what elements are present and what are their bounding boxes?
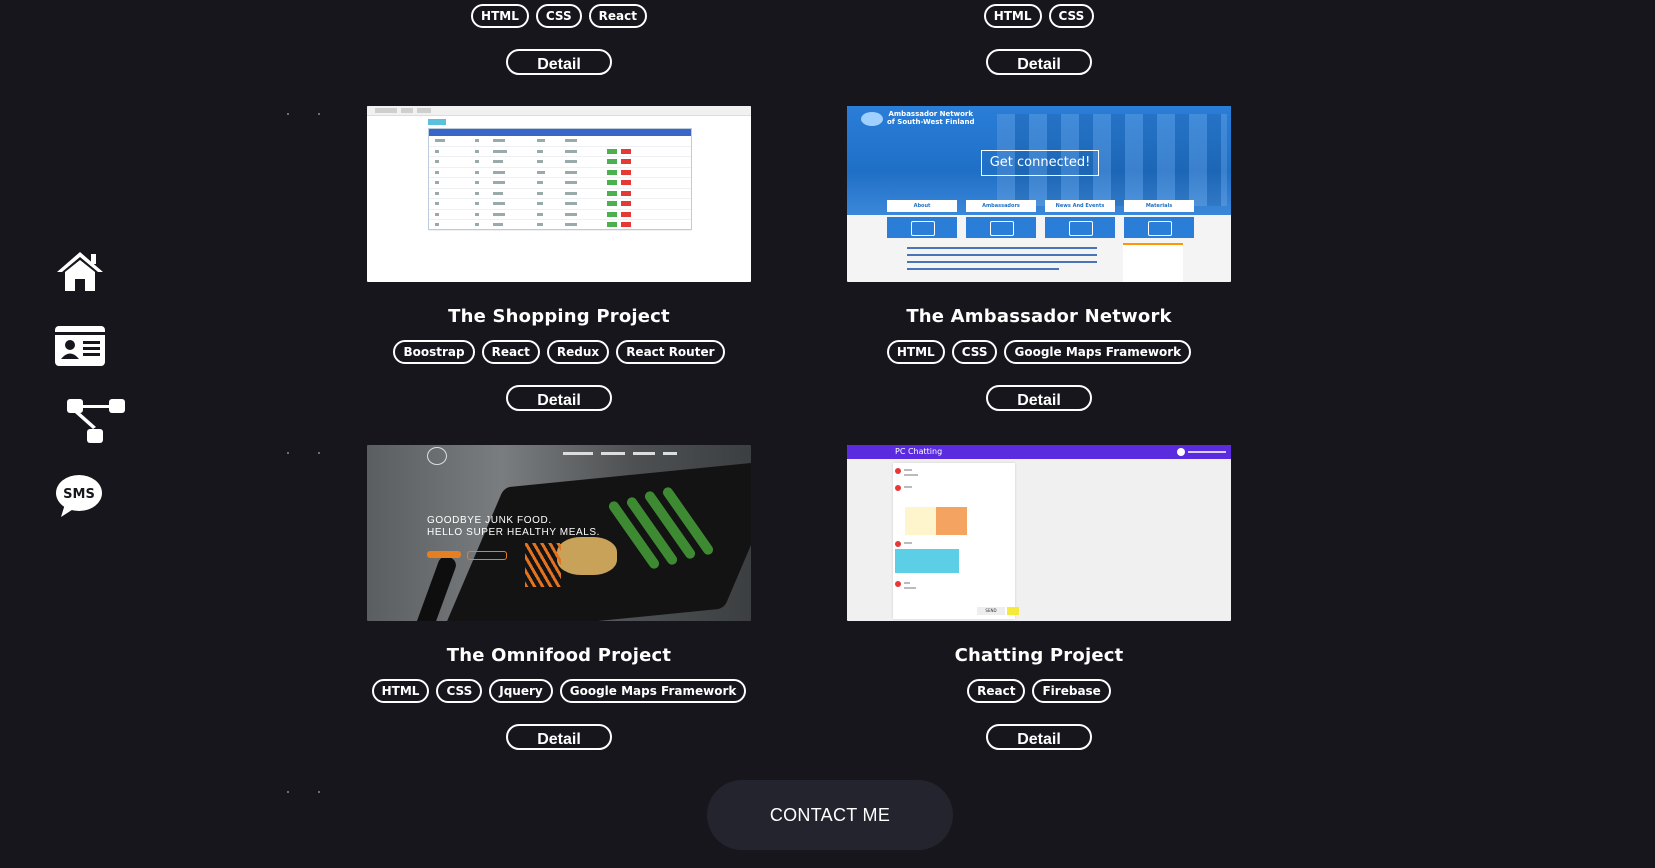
detail-button[interactable]: Detail [506,49,612,75]
detail-button[interactable]: Detail [986,385,1092,411]
project-thumbnail[interactable]: Ambassador Network of South-West Finland … [847,106,1231,282]
thumbnail-nav-item: Ambassadors [966,200,1036,212]
project-title: Chatting Project [954,645,1124,666]
tag-list: Boostrap React Redux React Router [367,340,751,364]
detail-button[interactable]: Detail [506,385,612,411]
thumbnail-headline: GOODBYE JUNK FOOD. HELLO SUPER HEALTHY ME… [427,515,600,539]
tech-tag: CSS [436,679,483,703]
tag-list: HTML CSS Google Maps Framework [847,340,1231,364]
avatar [1177,448,1185,456]
sms-icon[interactable]: SMS [55,474,103,518]
logo-icon [861,112,883,126]
tech-tag: Jquery [489,679,553,703]
project-card-omnifood: GOODBYE JUNK FOOD. HELLO SUPER HEALTHY ME… [367,445,751,750]
tech-tag: React Router [616,340,725,364]
tech-tag: CSS [535,4,582,28]
tech-tag: React [481,340,540,364]
project-title: The Ambassador Network [906,306,1172,327]
tech-tag: CSS [1048,4,1095,28]
tech-tag: HTML [471,4,529,28]
project-card-ambassador: Ambassador Network of South-West Finland … [847,106,1231,411]
project-card-partial: HTML CSS React Detail [367,4,751,75]
thumbnail-nav-item: News And Events [1045,200,1115,212]
tech-tag: HTML [886,340,945,364]
thumbnail-send: SEND [977,607,1005,615]
decorative-dot [287,791,289,793]
sitemap-icon[interactable] [67,399,125,445]
detail-button[interactable]: Detail [986,724,1092,750]
tech-tag: Google Maps Framework [1004,340,1192,364]
project-card-shopping: The Shopping Project Boostrap React Redu… [367,106,751,411]
headline-line: HELLO SUPER HEALTHY MEALS. [427,527,601,538]
brand-line: Ambassador Network [888,110,974,118]
project-card-partial: HTML CSS Detail [847,4,1231,75]
detail-button[interactable]: Detail [986,49,1092,75]
project-thumbnail[interactable]: PC Chatting SEND [847,445,1231,621]
thumbnail-brand: Ambassador Network of South-West Finland [887,110,975,126]
tech-tag: Boostrap [393,340,475,364]
project-card-chatting: PC Chatting SEND Chatting Project React … [847,445,1231,750]
id-card-icon[interactable] [55,326,105,366]
tech-tag: React [967,679,1026,703]
project-title: The Omnifood Project [446,645,672,666]
decorative-dot [287,452,289,454]
project-thumbnail[interactable]: GOODBYE JUNK FOOD. HELLO SUPER HEALTHY ME… [367,445,751,621]
decorative-dot [318,113,320,115]
home-icon[interactable] [55,250,105,292]
tag-list: HTML CSS React [367,4,751,28]
sms-icon-label: SMS [63,487,95,502]
thumbnail-app-title: PC Chatting [847,445,1231,459]
logo-icon [427,447,447,465]
contact-me-button[interactable]: CONTACT ME [707,780,953,850]
decorative-dot [287,113,289,115]
tag-list: React Firebase [847,679,1231,703]
tech-tag: Google Maps Framework [559,679,747,703]
decorative-dot [318,791,320,793]
thumbnail-nav-item: Materials [1124,200,1194,212]
tech-tag: HTML [983,4,1042,28]
tech-tag: Firebase [1032,679,1111,703]
tag-list: HTML CSS Jquery Google Maps Framework [367,679,751,703]
thumbnail-cta: Get connected! [981,150,1099,176]
decorative-dot [318,452,320,454]
headline-line: GOODBYE JUNK FOOD. [427,515,552,526]
project-thumbnail[interactable] [367,106,751,282]
tech-tag: CSS [951,340,998,364]
thumbnail-nav-item: About [887,200,957,212]
tech-tag: HTML [371,679,430,703]
tag-list: HTML CSS [847,4,1231,28]
project-title: The Shopping Project [448,306,670,327]
tech-tag: Redux [546,340,610,364]
brand-line: of South-West Finland [887,118,975,126]
detail-button[interactable]: Detail [506,724,612,750]
tech-tag: React [588,4,647,28]
